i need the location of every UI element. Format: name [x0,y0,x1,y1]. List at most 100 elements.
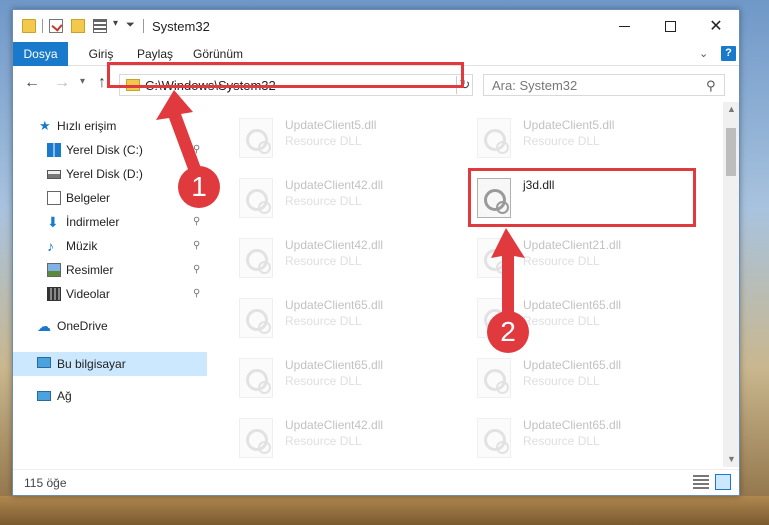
scroll-down-icon[interactable]: ▼ [727,454,736,464]
search-input[interactable]: Ara: System32 [492,78,577,93]
status-bar: 115 öğe [13,469,739,495]
file-item[interactable]: UpdateClient65.dll Resource DLL [233,350,453,406]
file-name: UpdateClient65.dll [285,358,384,372]
file-item[interactable]: UpdateClient65.dll Resource DLL [471,410,691,466]
sidebar-item-label: Ağ [57,389,72,403]
file-name: UpdateClient65.dll [285,298,384,312]
sidebar-item-label: Videolar [66,287,110,301]
folder-icon [22,19,36,33]
file-name: UpdateClient42.dll [285,418,384,432]
file-item[interactable]: UpdateClient5.dll Resource DLL [471,110,691,166]
vertical-scrollbar[interactable]: ▲ ▼ [723,102,739,467]
file-item[interactable]: UpdateClient21.dll Resource DLL [471,230,691,286]
file-item[interactable]: UpdateClient42.dll Resource DLL [233,230,453,286]
sidebar-item-network[interactable]: Ağ [13,384,207,408]
documents-icon [47,191,61,205]
sidebar-item-local-disk-c[interactable]: Yerel Disk (C:) ⚲ [13,138,207,162]
back-arrow-icon[interactable]: ← [24,74,40,92]
dll-gear-icon [239,178,273,218]
chevron-down-icon[interactable]: ▾ [113,18,118,29]
window-title: System32 [152,19,210,34]
scrollbar-thumb[interactable] [726,128,736,176]
search-icon[interactable]: ⚲ [706,78,716,94]
expand-ribbon-icon[interactable]: ⌄ [699,47,708,60]
sidebar-item-this-pc[interactable]: Bu bilgisayar [13,352,207,376]
sidebar-item-label: Resimler [66,263,114,277]
forward-arrow-icon[interactable]: → [54,74,70,92]
dll-gear-icon [477,238,511,278]
title-bar: ▾ ⏷ System32 ✕ [13,10,739,42]
file-item[interactable]: UpdateClient5.dll Resource DLL [233,110,453,166]
file-item[interactable]: UpdateClient65.dll Resource DLL [233,290,453,346]
network-icon [37,391,51,401]
tab-file[interactable]: Dosya [13,42,68,66]
close-button[interactable]: ✕ [693,10,739,42]
file-name: UpdateClient65.dll [523,298,622,312]
scroll-up-icon[interactable]: ▲ [727,104,736,114]
properties-icon[interactable] [49,19,63,33]
new-folder-icon[interactable] [71,19,85,33]
file-item[interactable]: UpdateClient42.dll Resource DLL [233,410,453,466]
sidebar-item-label: Müzik [66,239,98,253]
navigation-pane: ★ Hızlı erişim Yerel Disk (C:) ⚲ Yerel D… [13,102,207,467]
drive-icon [47,170,61,179]
pin-icon[interactable]: ⚲ [193,240,200,251]
file-type: Resource DLL [523,434,600,448]
recent-locations-icon[interactable]: ▾ [80,76,85,87]
sidebar-item-label: Yerel Disk (C:) [66,143,143,157]
minimize-icon [618,25,630,27]
separator [42,19,43,33]
sidebar-item-music[interactable]: ♪ Müzik ⚲ [13,234,207,258]
large-icons-view-icon[interactable] [715,474,731,490]
customize-toolbar-icon[interactable]: ⏷ [126,19,135,32]
details-view-icon[interactable] [693,475,709,489]
file-type: Resource DLL [285,254,362,268]
star-icon: ★ [39,118,51,133]
download-icon: ⬇ [47,214,59,230]
file-list: UpdateClient5.dll Resource DLL UpdateCli… [207,102,723,467]
file-type: Resource DLL [523,134,600,148]
pin-icon[interactable]: ⚲ [193,144,200,155]
file-item[interactable]: UpdateClient42.dll Resource DLL [233,170,453,226]
pin-icon[interactable]: ⚲ [193,288,200,299]
windows-drive-icon [47,143,61,157]
sidebar-item-videos[interactable]: Videolar ⚲ [13,282,207,306]
sidebar-item-pictures[interactable]: Resimler ⚲ [13,258,207,282]
file-type: Resource DLL [523,374,600,388]
maximize-button[interactable] [647,10,693,42]
dll-gear-icon [239,238,273,278]
pin-icon[interactable]: ⚲ [193,216,200,227]
address-bar-highlight [107,62,464,88]
sidebar-item-quick-access[interactable]: ★ Hızlı erişim [13,114,207,138]
pin-icon[interactable]: ⚲ [193,264,200,275]
file-name: UpdateClient65.dll [523,418,622,432]
dll-gear-icon [239,418,273,458]
view-options-icon[interactable] [93,19,107,33]
help-icon[interactable]: ? [721,46,736,61]
search-box[interactable]: Ara: System32 ⚲ [483,74,725,96]
file-highlight [468,168,696,227]
file-name: UpdateClient5.dll [523,118,615,132]
close-icon: ✕ [709,18,723,35]
minimize-button[interactable] [601,10,647,42]
desktop-background [0,496,769,525]
cloud-icon: ☁ [37,318,51,334]
maximize-icon [664,20,676,32]
music-icon: ♪ [47,238,54,254]
pictures-icon [47,263,61,277]
sidebar-item-label: OneDrive [57,319,108,333]
item-count: 115 öğe [24,476,67,490]
file-type: Resource DLL [285,374,362,388]
sidebar-item-downloads[interactable]: ⬇ İndirmeler ⚲ [13,210,207,234]
dll-gear-icon [477,418,511,458]
file-name: UpdateClient65.dll [523,358,622,372]
sidebar-item-onedrive[interactable]: ☁ OneDrive [13,314,207,338]
file-type: Resource DLL [285,314,362,328]
up-arrow-icon[interactable]: ↑ [98,74,106,92]
sidebar-item-label: Hızlı erişim [57,119,117,133]
dll-gear-icon [239,118,273,158]
dll-gear-icon [477,358,511,398]
file-item[interactable]: UpdateClient65.dll Resource DLL [471,350,691,406]
sidebar-item-label: Yerel Disk (D:) [66,167,143,181]
file-type: Resource DLL [523,254,600,268]
